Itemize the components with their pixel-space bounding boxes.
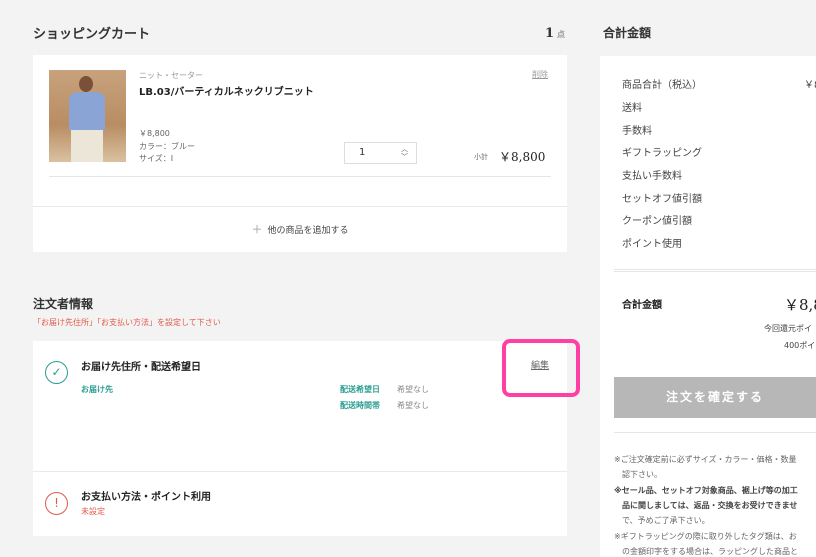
delivery-title: お届け先住所・配送希望日 [81,362,201,373]
quantity-select[interactable]: 1 ︿ ﹀ [344,142,417,164]
product-size: サイズ：I [139,154,174,163]
orderer-divider [33,471,567,472]
note-line-2: 認下さい。 [614,470,662,479]
note-line-1: ※ご注文確定前に必ずサイズ・カラー・価格・数量 [614,455,797,464]
delete-link[interactable]: 削除 [532,69,548,80]
item-divider [49,176,551,177]
summary-item-coupon-discount: クーポン値引額 [622,216,692,227]
summary-item-payment-fee: 支払い手数料 [622,171,682,182]
delivery-date-label: 配送希望日 [340,385,380,394]
alert-circle-icon: ! [45,492,68,515]
add-more-label: 他の商品を追加する [267,226,349,236]
summary-item-subtotal: 商品合計（税込） [622,80,702,91]
note-line-7: の金額印字をする場合は、ラッピングした商品と [614,547,798,556]
chevron-updown-icon: ︿ ﹀ [401,145,408,161]
plus-icon: ＋ [251,223,263,236]
product-name[interactable]: LB.03/バーティカルネックリブニット [139,83,314,98]
note-line-6: ※ギフトラッピングの際に取り外したタグ類は、お [614,532,797,541]
cart-card: ニット・セーター LB.03/バーティカルネックリブニット 削除 ￥8,800 … [33,55,567,252]
product-price: ￥8,800 [139,129,170,138]
summary-notes-divider [614,432,816,433]
payment-status: 未設定 [81,507,105,516]
summary-card: 商品合計（税込） ￥8 送料 手数料 ギフトラッピング 支払い手数料 セットオフ… [600,56,816,557]
note-line-3: ※セール品、セットオフ対象商品、裾上げ等の加工 [614,486,798,495]
orderer-warning: 「お届け先住所」「お支払い方法」を設定して下さい [33,318,221,327]
check-circle-icon: ✓ [45,361,68,384]
summary-item-setoff-discount: セットオフ値引額 [622,194,702,205]
cart-title: ショッピングカート [33,27,151,42]
model-head [79,76,93,92]
subtotal-label: 小計 [474,153,488,161]
note-line-4: 品に関しましては、返品・交換をお受けできませ [614,501,798,510]
points-line-2: 400ポイ [784,341,816,350]
points-line-1: 今回還元ポイ [764,324,812,333]
product-category: ニット・セーター [139,71,203,80]
destination-label: お届け先 [81,385,113,394]
model-sweater [69,92,105,132]
cart-count-number: 1 [545,26,555,41]
edit-delivery-link[interactable]: 編集 [531,358,549,371]
summary-divider [614,269,816,272]
delivery-time-label: 配送時間帯 [340,401,380,410]
product-color: カラー：ブルー [139,142,195,151]
confirm-order-button[interactable]: 注文を確定する [614,377,816,418]
total-label: 合計金額 [622,300,662,311]
add-more-button[interactable]: ＋ 他の商品を追加する [33,207,567,252]
cart-count: 1点 [545,26,565,41]
summary-item-points: ポイント使用 [622,239,682,250]
cart-count-unit: 点 [557,29,566,39]
summary-item-subtotal-value: ￥8 [804,80,816,91]
summary-item-gift-wrapping: ギフトラッピング [622,148,702,159]
note-line-5: で、予めご了承下さい。 [614,516,710,525]
total-value: ￥8,8 [784,296,816,314]
payment-title: お支払い方法・ポイント利用 [81,492,211,503]
delivery-time-value: 希望なし [397,401,429,410]
orderer-card: ✓ お届け先住所・配送希望日 お届け先 配送希望日 希望なし 配送時間帯 希望な… [33,339,580,536]
delivery-date-value: 希望なし [397,385,429,394]
summary-item-fee: 手数料 [622,126,652,137]
subtotal-value: ￥8,800 [499,150,546,164]
quantity-value: 1 [359,147,366,158]
orderer-title: 注文者情報 [33,297,94,311]
product-image[interactable] [49,70,126,162]
summary-item-shipping: 送料 [622,103,642,114]
summary-title: 合計金額 [603,26,652,40]
model-skirt [71,130,103,162]
